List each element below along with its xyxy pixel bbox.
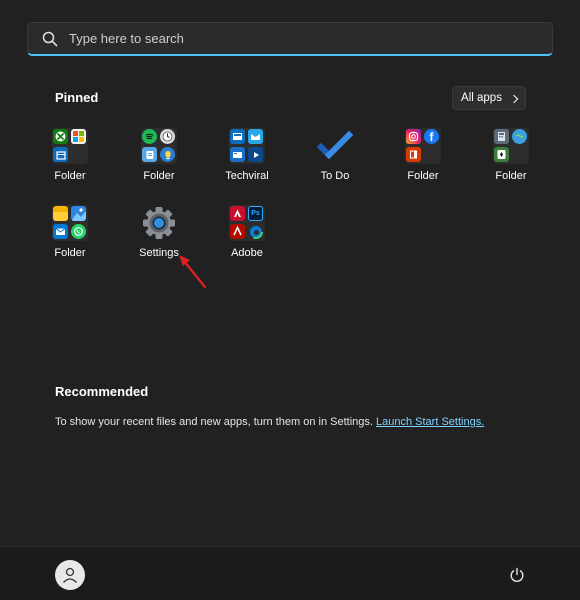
pinned-app-adobe[interactable]: Ps Adobe bbox=[203, 195, 291, 267]
search-input[interactable] bbox=[69, 31, 509, 46]
app-label: Folder bbox=[407, 170, 439, 182]
launch-start-settings-link[interactable]: Launch Start Settings. bbox=[376, 416, 484, 428]
app-label: Techviral bbox=[225, 170, 269, 182]
power-icon[interactable] bbox=[506, 564, 528, 586]
gear-icon bbox=[141, 205, 177, 241]
start-menu: Pinned All apps bbox=[0, 0, 580, 600]
pinned-app-todo[interactable]: To Do bbox=[291, 118, 379, 190]
app-label: Folder bbox=[143, 170, 175, 182]
todo-checkmark-icon bbox=[316, 128, 354, 164]
recommended-heading: Recommended bbox=[55, 384, 149, 399]
bottom-bar bbox=[0, 546, 580, 600]
search-icon bbox=[41, 30, 59, 48]
techviral-icon bbox=[229, 128, 265, 164]
all-apps-label: All apps bbox=[461, 92, 502, 104]
app-label: Folder bbox=[54, 170, 86, 182]
app-label: Folder bbox=[495, 170, 527, 182]
app-label: To Do bbox=[320, 170, 350, 182]
recommended-message: To show your recent files and new apps, … bbox=[55, 416, 484, 428]
spotify-folder-icon bbox=[141, 128, 177, 164]
pinned-app-folder-3[interactable]: f Folder bbox=[379, 118, 467, 190]
all-apps-button[interactable]: All apps bbox=[452, 86, 526, 110]
pinned-app-techviral[interactable]: Techviral bbox=[203, 118, 291, 190]
pinned-heading: Pinned bbox=[55, 90, 99, 105]
tools-folder-icon bbox=[493, 128, 529, 164]
search-box[interactable] bbox=[27, 22, 553, 56]
recommended-text: To show your recent files and new apps, … bbox=[55, 416, 373, 428]
photos-folder-icon bbox=[52, 205, 88, 241]
app-label: Folder bbox=[54, 247, 86, 259]
pinned-app-folder-2[interactable]: Folder bbox=[115, 118, 203, 190]
pinned-app-folder-4[interactable]: Folder bbox=[467, 118, 555, 190]
pinned-app-folder-1[interactable]: Folder bbox=[26, 118, 114, 190]
annotation-arrow bbox=[179, 255, 207, 289]
adobe-folder-icon: Ps bbox=[229, 205, 265, 241]
social-folder-icon: f bbox=[405, 128, 441, 164]
chevron-right-icon bbox=[509, 94, 519, 103]
pinned-app-folder-5[interactable]: Folder bbox=[26, 195, 114, 267]
xbox-folder-icon bbox=[52, 128, 88, 164]
user-avatar-icon[interactable] bbox=[55, 560, 85, 590]
app-label: Adobe bbox=[231, 247, 263, 259]
